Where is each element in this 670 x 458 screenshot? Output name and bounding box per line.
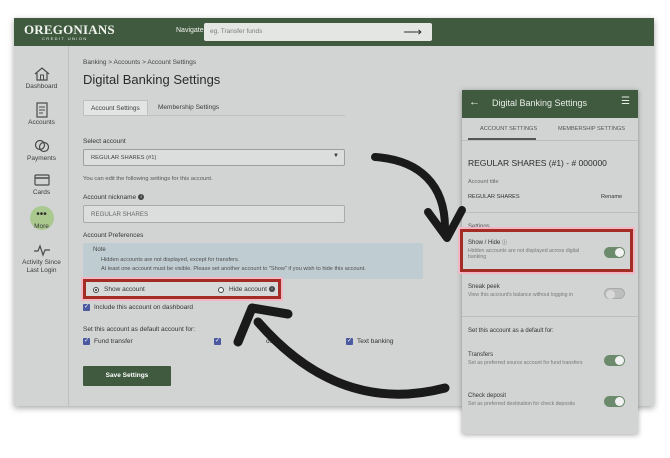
save-settings-button[interactable]: Save Settings [83, 366, 171, 386]
account-title-value: REGULAR SHARES [468, 194, 520, 200]
text-banking-checkbox[interactable]: ✓ [346, 338, 353, 345]
mobile-header: ← Digital Banking Settings ☰ [462, 90, 638, 118]
sneak-peek-toggle[interactable] [604, 288, 625, 299]
sidebar-label: Payments [27, 155, 56, 162]
sidebar-label: Activity Since Last Login [22, 259, 61, 274]
account-title-label: Account title [468, 179, 499, 185]
top-bar: OREGONIANS CREDIT UNION Navigate to eg. … [14, 18, 654, 46]
nickname-value: REGULAR SHARES [91, 211, 149, 218]
fund-transfer-checkbox[interactable]: ✓ [83, 338, 90, 345]
tab-account-settings[interactable]: Account Settings [83, 100, 148, 115]
logo-name: OREGONIANS [24, 22, 115, 37]
note-title: Note [93, 247, 106, 253]
tab-membership-settings[interactable]: Membership Settings [151, 100, 226, 115]
sneak-peek-title: Sneak peek [468, 284, 500, 290]
check-deposit-subtitle: Set as preferred destination for check d… [468, 401, 575, 407]
house-icon [34, 67, 49, 81]
note-line: Hidden accounts are not displayed, excep… [101, 257, 240, 263]
transfers-subtitle: Set as preferred source account for fund… [468, 360, 583, 366]
help-text: You can edit the following settings for … [83, 176, 213, 182]
deposit-checkbox[interactable]: ✓ [214, 338, 221, 345]
caret-down-icon: ▼ [333, 153, 339, 159]
hide-account-radio[interactable] [218, 287, 224, 293]
hamburger-menu-icon[interactable]: ☰ [621, 96, 630, 107]
nickname-input[interactable]: REGULAR SHARES [83, 205, 345, 223]
account-select[interactable]: REGULAR SHARES (#1) ▼ [83, 149, 345, 166]
show-account-radio[interactable] [93, 287, 99, 293]
sidebar-item-accounts[interactable]: Accounts [14, 102, 69, 127]
divider [462, 140, 638, 141]
text-banking-label: Text banking [357, 338, 394, 345]
note-box: Note Hidden accounts are not displayed, … [83, 243, 423, 279]
divider [462, 316, 638, 317]
transfers-toggle[interactable] [604, 355, 625, 366]
hide-account-label: Hide account i [229, 286, 275, 293]
navigate-placeholder: eg. Transfer funds [210, 28, 263, 35]
show-account-label: Show account [104, 286, 145, 293]
hide-account-text: Hide account [229, 286, 267, 293]
note-line: At least one account must be visible. Pl… [101, 266, 366, 272]
mobile-account-name: REGULAR SHARES (#1) - # 000000 [468, 158, 607, 168]
breadcrumb[interactable]: Banking > Accounts > Account Settings [83, 59, 196, 66]
document-icon [35, 102, 48, 118]
rename-link[interactable]: Rename [601, 194, 622, 200]
mobile-tab-membership-settings[interactable]: MEMBERSHIP SETTINGS [558, 126, 625, 132]
account-select-value: REGULAR SHARES (#1) [91, 155, 157, 161]
show-hide-highlight [460, 229, 633, 272]
check-deposit-title: Check deposit [468, 393, 507, 399]
mobile-title: Digital Banking Settings [492, 98, 588, 108]
navigate-input[interactable]: eg. Transfer funds ⟶ [204, 23, 432, 41]
sidebar-label: Accounts [28, 119, 55, 126]
arrow-right-icon[interactable]: ⟶ [403, 24, 422, 40]
mobile-tab-account-settings[interactable]: ACCOUNT SETTINGS [480, 126, 537, 132]
include-dashboard-label: Include this account on dashboard [94, 304, 194, 311]
info-icon[interactable]: i [268, 286, 275, 293]
nickname-label: Account nickname i [83, 194, 145, 201]
coins-icon [34, 139, 49, 153]
logo[interactable]: OREGONIANS CREDIT UNION [24, 23, 115, 41]
sidebar-label: Dashboard [25, 83, 58, 90]
transfers-title: Transfers [468, 352, 494, 358]
sidebar-item-cards[interactable]: Cards [14, 172, 69, 197]
select-account-label: Select account [83, 138, 126, 145]
include-dashboard-checkbox[interactable]: ✓ [83, 304, 90, 311]
default-label: Set this account as default account for: [83, 326, 196, 333]
back-arrow-icon[interactable]: ← [469, 96, 480, 108]
sidebar: Dashboard Accounts Payments Cards ••• Mo… [14, 46, 69, 406]
divider [462, 212, 638, 213]
visibility-radio-row: Show account Hide account i [83, 279, 281, 299]
default-section-label: Set this account as a default for: [468, 328, 554, 334]
activity-icon [33, 244, 50, 257]
tab-underline [83, 115, 345, 116]
nickname-label-text: Account nickname [83, 194, 137, 201]
sidebar-item-dashboard[interactable]: Dashboard [14, 66, 69, 91]
screenshot-stage: OREGONIANS CREDIT UNION Navigate to eg. … [0, 0, 670, 458]
sneak-peek-subtitle: View this account's balance without logg… [468, 292, 573, 298]
page-title: Digital Banking Settings [83, 72, 221, 87]
sidebar-label: More [34, 223, 49, 230]
card-icon [33, 174, 50, 186]
check-deposit-toggle[interactable] [604, 396, 625, 407]
deposit-label: osit [266, 338, 277, 345]
preferences-label: Account Preferences [83, 232, 144, 239]
sidebar-item-activity[interactable]: Activity Since Last Login [14, 242, 69, 275]
sidebar-label: Cards [32, 189, 51, 196]
info-icon[interactable]: i [138, 194, 145, 201]
sidebar-item-more[interactable]: ••• More [14, 206, 69, 231]
fund-transfer-label: Fund transfer [94, 338, 133, 345]
sidebar-item-payments[interactable]: Payments [14, 138, 69, 163]
